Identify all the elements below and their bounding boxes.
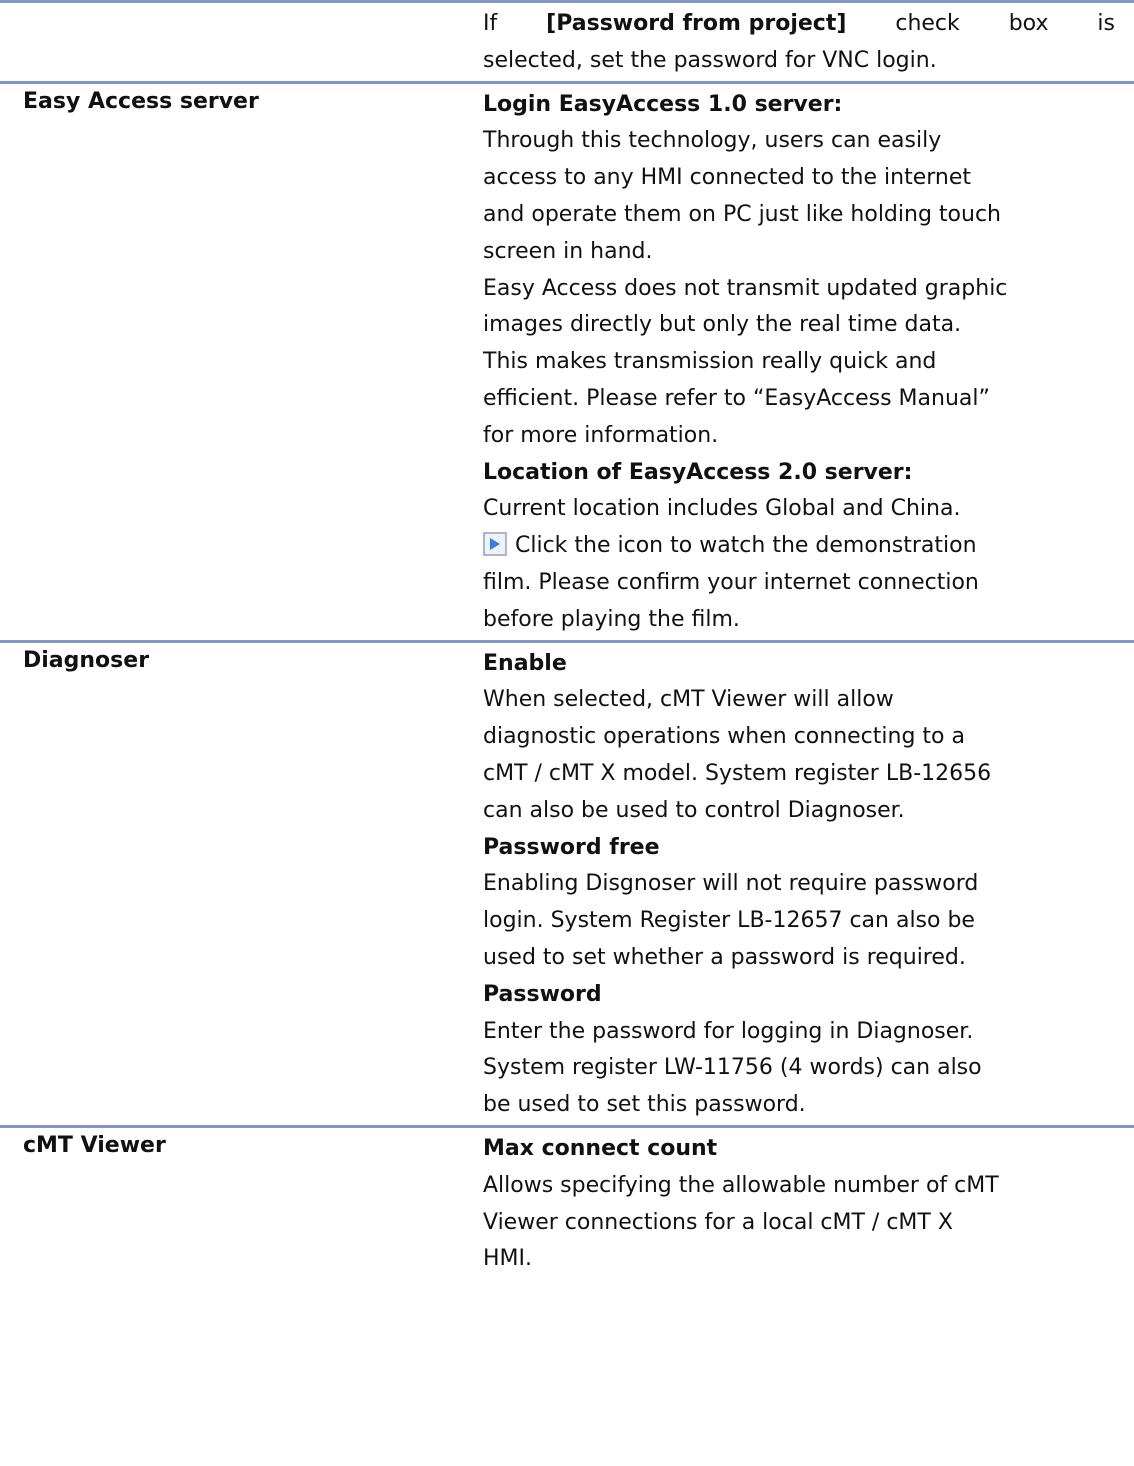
table-row-cmt-viewer: cMT Viewer Max connect count Allows spec… — [0, 1128, 1134, 1279]
description-line: This makes transmission really quick and — [483, 349, 937, 375]
section-heading: Location of EasyAccess 2.0 server: — [483, 459, 913, 485]
description-line: efficient. Please refer to “EasyAccess M… — [483, 385, 990, 411]
description-line: Enter the password for logging in Diagno… — [483, 1018, 974, 1044]
description-line: images directly but only the real time d… — [483, 312, 962, 338]
table-row-diagnoser: Diagnoser Enable When selected, cMT View… — [0, 643, 1134, 1128]
row-description: If [Password from project] check box is … — [483, 3, 1115, 81]
section-heading: Enable — [483, 650, 567, 676]
section-heading: Max connect count — [483, 1135, 718, 1161]
description-line: diagnostic operations when connecting to… — [483, 724, 965, 750]
row-description: Max connect count Allows specifying the … — [483, 1128, 1115, 1279]
row-label: Easy Access server — [23, 88, 259, 114]
description-line: HMI. — [483, 1246, 533, 1272]
description-line: be used to set this password. — [483, 1092, 806, 1118]
password-from-project-option: [Password from project] — [546, 11, 847, 36]
description-line: Enabling Disgnoser will not require pass… — [483, 871, 979, 897]
description-line: Easy Access does not transmit updated gr… — [483, 275, 1008, 301]
description-line: When selected, cMT Viewer will allow — [483, 687, 894, 713]
play-video-icon[interactable] — [483, 532, 507, 557]
description-line: selected, set the password for VNC login… — [483, 47, 937, 73]
description-line: for more information. — [483, 422, 719, 448]
description-line: login. System Register LB-12657 can also… — [483, 908, 975, 934]
description-line: System register LW-11756 (4 words) can a… — [483, 1055, 982, 1081]
settings-table: If [Password from project] check box is … — [0, 0, 1134, 1279]
section-heading: Login EasyAccess 1.0 server: — [483, 91, 843, 117]
description-line: can also be used to control Diagnoser. — [483, 797, 905, 823]
row-description: Login EasyAccess 1.0 server: Through thi… — [483, 84, 1115, 640]
row-label: Diagnoser — [23, 647, 150, 673]
description-line: If [Password from project] check box is — [483, 6, 1115, 43]
description-line: Click the icon to watch the demonstratio… — [483, 528, 1115, 565]
row-description: Enable When selected, cMT Viewer will al… — [483, 643, 1115, 1125]
description-line: film. Please confirm your internet conne… — [483, 569, 979, 595]
section-heading: Password free — [483, 834, 660, 860]
description-line: Viewer connections for a local cMT / cMT… — [483, 1209, 953, 1235]
section-heading: Password — [483, 981, 602, 1007]
description-line: Current location includes Global and Chi… — [483, 496, 961, 522]
table-row-vnc-password: If [Password from project] check box is … — [0, 0, 1134, 84]
description-line: Allows specifying the allowable number o… — [483, 1172, 999, 1198]
description-line: screen in hand. — [483, 238, 653, 264]
description-line: access to any HMI connected to the inter… — [483, 165, 971, 191]
table-row-easy-access-server: Easy Access server Login EasyAccess 1.0 … — [0, 84, 1134, 643]
description-line: before playing the film. — [483, 606, 740, 632]
row-label: cMT Viewer — [23, 1132, 166, 1158]
description-line: and operate them on PC just like holding… — [483, 201, 1001, 227]
description-line: used to set whether a password is requir… — [483, 944, 966, 970]
description-line: cMT / cMT X model. System register LB-12… — [483, 760, 992, 786]
description-line: Through this technology, users can easil… — [483, 128, 942, 154]
